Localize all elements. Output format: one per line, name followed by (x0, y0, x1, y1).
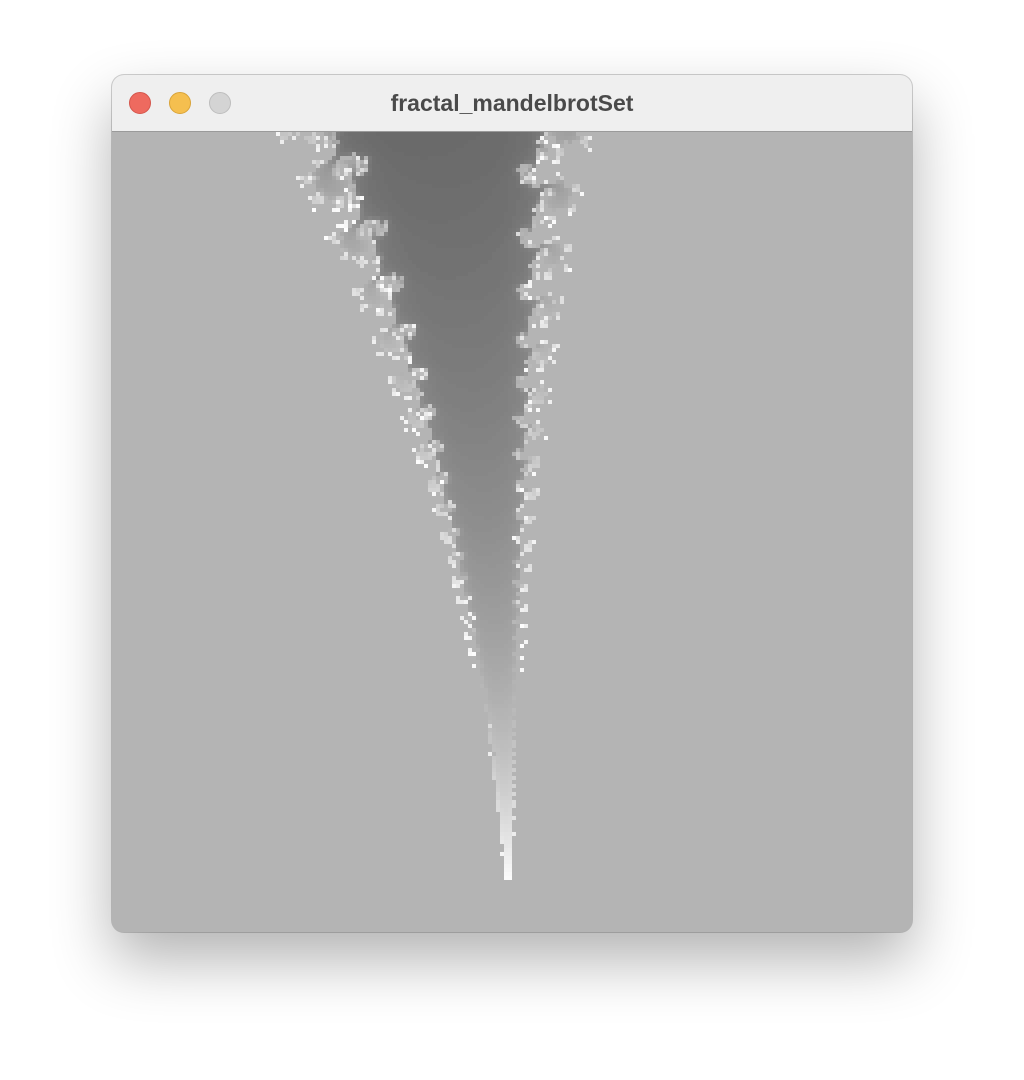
mandelbrot-canvas[interactable] (112, 132, 912, 932)
window-title: fractal_mandelbrotSet (390, 90, 634, 116)
fractal-view[interactable] (112, 132, 912, 932)
title-bar[interactable]: fractal_mandelbrotSet (112, 75, 912, 132)
app-window: fractal_mandelbrotSet (112, 75, 912, 932)
